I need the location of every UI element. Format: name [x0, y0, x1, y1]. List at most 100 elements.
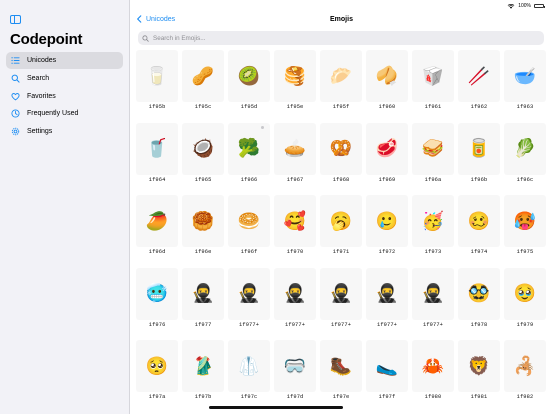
emoji-cell[interactable]: 🥴 1f974 — [457, 195, 501, 255]
sidebar-item-search[interactable]: Search — [6, 70, 123, 87]
emoji-glyph: 🥾 — [319, 340, 363, 392]
emoji-cell[interactable]: 🥧 1f967 — [273, 122, 317, 183]
emoji-cell[interactable]: 🥦 1f966 — [227, 122, 271, 183]
search-icon — [10, 73, 20, 83]
emoji-cell[interactable]: 🥞 1f95e — [273, 50, 317, 110]
emoji-glyph: 🥸 — [457, 267, 501, 320]
heart-icon — [10, 91, 20, 101]
emoji-glyph: 🥳 — [411, 195, 455, 247]
sidebar-item-label: Favorites — [27, 92, 56, 100]
emoji-cell[interactable]: 🦀 1f980 — [411, 340, 455, 400]
emoji-cell[interactable]: 🥸 1f978 — [457, 267, 501, 328]
emoji-glyph: 🥺 — [136, 340, 179, 392]
emoji-glyph: 🥭 — [136, 195, 179, 247]
emoji-glyph: 🥯 — [227, 195, 271, 247]
emoji-codepoint-label: 1f979 — [516, 321, 534, 328]
emoji-codepoint-label: 1f96e — [194, 249, 212, 255]
emoji-codepoint-label: 1f966 — [240, 176, 258, 183]
emoji-cell[interactable]: 🥟 1f95f — [319, 50, 363, 110]
emoji-cell[interactable]: 🥷 1f977+ — [411, 267, 455, 328]
emoji-glyph: 🥞 — [273, 50, 317, 102]
emoji-cell[interactable]: 🥹 1f979 — [503, 267, 547, 328]
emoji-cell[interactable]: 🥛 1f95b — [136, 50, 179, 110]
search-input[interactable] — [153, 34, 533, 42]
emoji-codepoint-label: 1f97c — [240, 394, 258, 400]
emoji-cell[interactable]: 🥵 1f975 — [503, 195, 547, 255]
emoji-cell[interactable]: 🦂 1f982 — [503, 340, 547, 400]
emoji-cell[interactable]: 🥥 1f965 — [181, 122, 225, 183]
emoji-cell[interactable]: 🥺 1f97a — [136, 340, 179, 400]
emoji-glyph: 🥵 — [503, 195, 547, 247]
emoji-glyph: 🦁 — [457, 340, 501, 392]
emoji-cell[interactable]: 🥷 1f977 — [181, 267, 225, 328]
emoji-glyph: 🥷 — [273, 267, 317, 320]
emoji-codepoint-label: 1f95e — [286, 104, 304, 110]
emoji-codepoint-label: 1f971 — [332, 249, 350, 255]
emoji-codepoint-label: 1f964 — [148, 176, 166, 183]
emoji-cell[interactable]: 🥰 1f970 — [273, 195, 317, 255]
emoji-codepoint-label: 1f973 — [424, 249, 442, 255]
emoji-cell[interactable]: 🥬 1f96c — [503, 122, 547, 183]
emoji-codepoint-label: 1f977+ — [285, 321, 306, 328]
emoji-cell[interactable]: 🥽 1f97d — [273, 340, 317, 400]
emoji-cell[interactable]: 🥷 1f977+ — [365, 267, 409, 328]
sidebar-item-favorites[interactable]: Favorites — [6, 88, 123, 105]
emoji-cell[interactable]: 🥤 1f964 — [136, 122, 179, 183]
emoji-glyph: 🥷 — [227, 267, 271, 320]
emoji-cell[interactable]: 🥳 1f973 — [411, 195, 455, 255]
emoji-cell[interactable]: 🥻 1f97b — [181, 340, 225, 400]
emoji-glyph: 🥽 — [273, 340, 317, 392]
emoji-cell[interactable]: 🥷 1f977+ — [319, 267, 363, 328]
emoji-codepoint-label: 1f97d — [286, 394, 304, 400]
emoji-codepoint-label: 1f974 — [470, 249, 488, 255]
emoji-cell[interactable]: 🥭 1f96d — [136, 195, 179, 255]
emoji-cell[interactable]: 🥫 1f96b — [457, 122, 501, 183]
emoji-cell[interactable]: 🥼 1f97c — [227, 340, 271, 400]
emoji-codepoint-label: 1f95f — [332, 104, 350, 110]
emoji-cell[interactable]: 🥾 1f97e — [319, 340, 363, 400]
search-icon — [142, 34, 149, 42]
emoji-cell[interactable]: 🥶 1f976 — [136, 267, 179, 328]
emoji-codepoint-label: 1f95d — [240, 104, 258, 110]
emoji-codepoint-label: 1f97f — [378, 394, 396, 400]
emoji-glyph: 🥠 — [365, 50, 409, 102]
emoji-cell[interactable]: 🥪 1f96a — [411, 122, 455, 183]
emoji-cell[interactable]: 🥮 1f96e — [181, 195, 225, 255]
emoji-glyph: 🥦 — [227, 122, 271, 175]
search-bar[interactable] — [138, 31, 544, 45]
emoji-cell[interactable]: 🥝 1f95d — [227, 50, 271, 110]
emoji-codepoint-label: 1f97a — [148, 394, 166, 400]
emoji-codepoint-label: 1f975 — [516, 249, 534, 255]
emoji-cell[interactable]: 🥠 1f960 — [365, 50, 409, 110]
emoji-cell[interactable]: 🥡 1f961 — [411, 50, 455, 110]
sidebar-item-label: Unicodes — [27, 57, 57, 64]
emoji-codepoint-label: 1f968 — [332, 176, 350, 183]
emoji-glyph: 🥴 — [457, 195, 501, 247]
emoji-codepoint-label: 1f96c — [516, 176, 534, 183]
emoji-codepoint-label: 1f97e — [332, 394, 350, 400]
emoji-cell[interactable]: 🥿 1f97f — [365, 340, 409, 400]
emoji-cell[interactable]: 🥩 1f969 — [365, 122, 409, 183]
emoji-codepoint-label: 1f96d — [148, 249, 166, 255]
emoji-glyph: 🥫 — [457, 122, 501, 175]
emoji-glyph: 🥜 — [181, 50, 225, 102]
emoji-cell[interactable]: 🦁 1f981 — [457, 340, 501, 400]
list-icon — [10, 56, 20, 66]
emoji-codepoint-label: 1f96f — [240, 249, 258, 255]
sidebar-item-frequently-used[interactable]: Frequently Used — [6, 105, 123, 122]
emoji-cell[interactable]: 🥨 1f968 — [319, 122, 363, 183]
emoji-cell[interactable]: 🥯 1f96f — [227, 195, 271, 255]
sidebar-toggle-icon[interactable] — [10, 15, 21, 24]
emoji-cell[interactable]: 🥷 1f977+ — [227, 267, 271, 328]
emoji-codepoint-label: 1f977+ — [377, 321, 398, 328]
emoji-glyph: 🥛 — [136, 50, 179, 102]
emoji-cell[interactable]: 🥜 1f95c — [181, 50, 225, 110]
emoji-cell[interactable]: 🥣 1f963 — [503, 50, 547, 110]
emoji-cell[interactable]: 🥱 1f971 — [319, 195, 363, 255]
emoji-cell[interactable]: 🥷 1f977+ — [273, 267, 317, 328]
emoji-cell[interactable]: 🥢 1f962 — [457, 50, 501, 110]
emoji-codepoint-label: 1f980 — [424, 394, 442, 400]
emoji-cell[interactable]: 🥲 1f972 — [365, 195, 409, 255]
sidebar-item-settings[interactable]: Settings — [6, 123, 123, 140]
sidebar-item-unicodes[interactable]: Unicodes — [6, 52, 123, 69]
